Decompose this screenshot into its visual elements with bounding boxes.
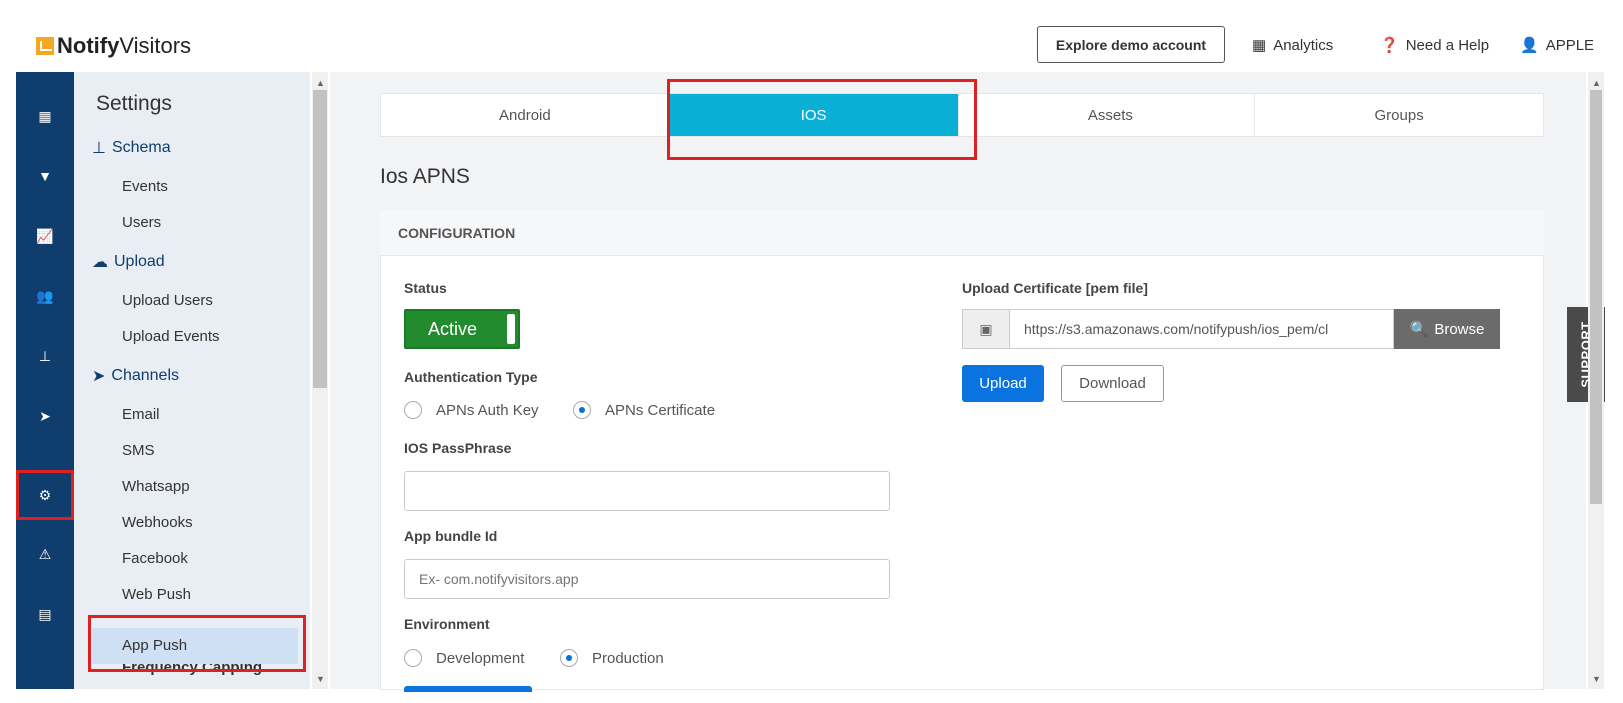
radio-auth-key[interactable] [404,401,422,419]
sidebar-item-app-push[interactable]: App Push [122,637,187,654]
brand-name-bold: Notify [57,33,120,58]
section-label: Upload [114,253,165,270]
radio-label: APNs Certificate [605,401,716,419]
grid-icon: ▦ [1252,37,1267,54]
radio-auth-cert[interactable] [573,401,591,419]
image-icon: ▣ [962,309,1010,349]
sidebar-item-facebook[interactable]: Facebook [122,550,188,567]
grid-icon[interactable]: ▦ [16,94,74,138]
bundle-label: App bundle Id [404,528,498,544]
passphrase-input[interactable] [404,471,890,511]
auth-option-key[interactable]: APNs Auth Key [404,401,539,419]
sitemap-icon[interactable]: ⊥ [16,334,74,378]
warning-icon[interactable]: ⚠ [16,532,74,576]
page-title: Ios APNS [380,165,470,188]
env-option-prod[interactable]: Production [560,649,664,667]
tab-groups[interactable]: Groups [1255,94,1543,136]
paper-plane-icon: ➤ [92,368,106,385]
user-icon: 👤 [1520,37,1539,54]
passphrase-label: IOS PassPhrase [404,440,512,456]
sidebar-item-events[interactable]: Events [122,178,168,195]
user-menu[interactable]: 👤 APPLE [1520,36,1595,55]
environment-label: Environment [404,616,490,632]
sitemap-icon: ⊥ [92,140,106,157]
status-toggle[interactable]: Active [404,309,520,349]
upload-button[interactable]: Upload [962,365,1044,402]
search-icon: 🔍 [1409,321,1429,338]
card-header: CONFIGURATION [380,210,1544,256]
download-button[interactable]: Download [1061,365,1164,402]
status-label: Status [404,280,447,296]
sidebar-scroll-thumb[interactable] [313,90,327,388]
bundle-id-input[interactable] [404,559,890,599]
cloud-upload-icon: ☁ [92,254,108,271]
radio-label: APNs Auth Key [436,401,539,419]
highlight-ios-tab [667,79,977,160]
sidebar-item-webhooks[interactable]: Webhooks [122,514,193,531]
browse-label: Browse [1434,320,1485,338]
auth-type-label: Authentication Type [404,369,538,385]
line-chart-icon[interactable]: 📈 [16,214,74,258]
analytics-link[interactable]: ▦ Analytics [1252,36,1334,55]
tab-android[interactable]: Android [381,94,670,136]
toggle-knob [507,314,515,344]
top-bar: Notify Visitors Explore demo account ▦ A… [0,0,1623,72]
certificate-url-input[interactable] [1010,309,1394,349]
section-label: Channels [111,367,180,384]
sidebar-title: Settings [96,92,172,115]
help-label: Need a Help [1405,36,1490,54]
icon-nav-bar: ▦ ▼ 📈 👥 ⊥ ➤ ⚙ ⚠ ▤ [16,72,74,689]
paper-plane-icon[interactable]: ➤ [16,394,74,438]
question-circle-icon: ❓ [1380,37,1399,54]
sidebar-item-sms[interactable]: SMS [122,442,155,459]
section-label: Schema [111,139,171,156]
analytics-label: Analytics [1273,36,1334,54]
radio-env-dev[interactable] [404,649,422,667]
sidebar-item-upload-events[interactable]: Upload Events [122,328,220,345]
radio-label: Development [436,649,525,667]
help-link[interactable]: ❓ Need a Help [1380,36,1490,55]
filter-icon[interactable]: ▼ [16,154,74,198]
gear-icon[interactable]: ⚙ [16,470,74,520]
env-option-dev[interactable]: Development [404,649,524,667]
user-label: APPLE [1545,36,1595,54]
sidebar-section-schema[interactable]: ⊥ Schema [92,138,171,158]
certificate-upload-group: ▣ 🔍 Browse [962,309,1500,349]
browse-button[interactable]: 🔍 Browse [1394,309,1500,349]
upload-cert-label: Upload Certificate [pem file] [962,280,1148,296]
main-scroll-thumb[interactable] [1590,90,1602,504]
sidebar-item-users[interactable]: Users [122,214,161,231]
highlight-app-push [88,615,306,672]
sidebar-item-web-push[interactable]: Web Push [122,586,191,603]
sidebar-section-channels[interactable]: ➤ Channels [92,366,179,386]
scroll-up-icon[interactable]: ▲ [316,78,325,88]
explore-demo-button[interactable]: Explore demo account [1037,26,1225,63]
logo-mark-icon [36,37,54,55]
sidebar-item-whatsapp[interactable]: Whatsapp [122,478,190,495]
settings-sidebar: Settings ⊥ Schema Events Users ☁ Upload … [74,72,310,689]
sidebar-item-upload-users[interactable]: Upload Users [122,292,213,309]
brand-name-rest: Visitors [119,33,192,58]
save-button-partial[interactable] [404,686,532,692]
main-scroll-down-icon[interactable]: ▼ [1592,674,1601,684]
radio-env-prod[interactable] [560,649,578,667]
document-icon[interactable]: ▤ [16,592,74,636]
scroll-down-icon[interactable]: ▼ [316,674,325,684]
status-value: Active [428,318,478,339]
users-icon[interactable]: 👥 [16,274,74,318]
brand-logo[interactable]: Notify Visitors [36,33,191,59]
main-scroll-up-icon[interactable]: ▲ [1592,78,1601,88]
sidebar-section-upload[interactable]: ☁ Upload [92,252,165,272]
radio-label: Production [592,649,664,667]
sidebar-item-email[interactable]: Email [122,406,160,423]
tab-assets[interactable]: Assets [967,94,1256,136]
auth-option-cert[interactable]: APNs Certificate [573,401,715,419]
